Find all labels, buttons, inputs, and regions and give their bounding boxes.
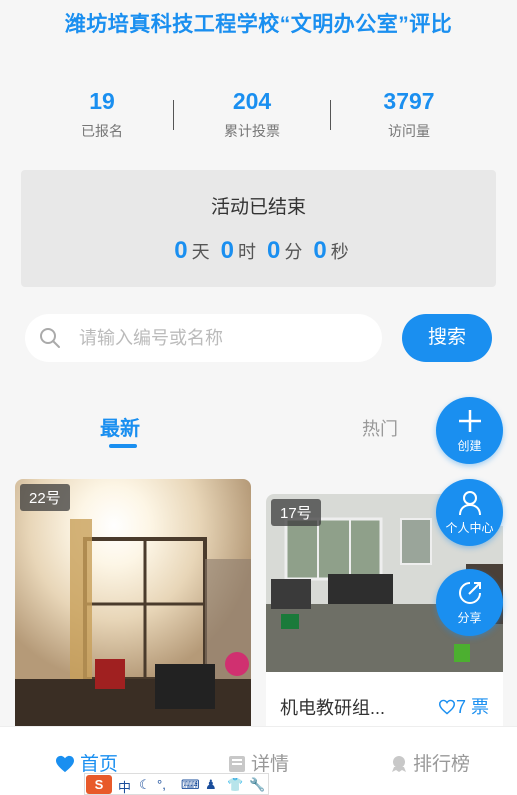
days-unit: 天 — [191, 242, 210, 262]
stat-label: 累计投票 — [224, 123, 280, 139]
punctuation-icon[interactable]: °, — [157, 777, 166, 792]
nav-label: 首页 — [80, 754, 119, 775]
seconds-value: 0 — [313, 237, 327, 264]
search-icon — [40, 328, 60, 348]
moon-icon[interactable]: ☾ — [139, 777, 151, 793]
hours-unit: 时 — [237, 242, 256, 262]
ime-logo[interactable]: S — [86, 775, 112, 794]
nav-home[interactable]: 首页 — [55, 749, 118, 776]
stat-value: 3797 — [383, 88, 435, 114]
minutes-unit: 分 — [284, 242, 303, 262]
tab-hot[interactable]: 热门 — [362, 415, 398, 441]
fab-label: 个人中心 — [445, 521, 494, 535]
skin-icon[interactable]: 👕 — [227, 777, 243, 793]
create-button[interactable]: 创建 — [436, 397, 503, 464]
active-tab-indicator — [109, 444, 137, 448]
profile-button[interactable]: 个人中心 — [436, 479, 503, 546]
user-icon — [458, 491, 481, 516]
entry-number-badge: 22号 — [20, 484, 70, 511]
nav-rank[interactable]: 排行榜 — [390, 749, 470, 776]
vote-count: 7 票 — [455, 697, 489, 717]
entry-name: 机电教研组... — [280, 698, 386, 718]
activity-status: 活动已结束 — [210, 197, 306, 218]
keyboard-icon[interactable]: ⌨ — [181, 777, 200, 793]
days-value: 0 — [174, 237, 188, 264]
minutes-value: 0 — [267, 237, 281, 264]
document-icon — [229, 756, 245, 772]
stat-label: 访问量 — [388, 123, 430, 139]
entry-card[interactable]: 22号 — [15, 479, 251, 739]
search-box — [25, 314, 382, 362]
countdown-panel: 活动已结束 0天 0时 0分 0秒 — [21, 170, 496, 287]
rank-icon — [392, 756, 406, 772]
plus-icon — [458, 410, 481, 432]
entry-photo — [15, 479, 251, 739]
entry-number-badge: 17号 — [271, 499, 321, 526]
user-voice-icon[interactable]: ♟ — [205, 777, 217, 793]
stat-visits: 3797 访问量 — [329, 88, 489, 141]
fab-label: 创建 — [457, 439, 482, 453]
heart-icon — [438, 699, 455, 715]
home-heart-icon — [56, 755, 74, 773]
tab-label: 最新 — [100, 418, 140, 440]
fab-label: 分享 — [457, 611, 482, 625]
share-icon — [458, 582, 481, 604]
tab-latest[interactable]: 最新 — [100, 412, 140, 448]
share-button[interactable]: 分享 — [436, 569, 503, 636]
stat-signups: 19 已报名 — [22, 88, 182, 141]
search-button[interactable]: 搜索 — [402, 314, 492, 362]
entry-meta: 机电教研组... 7 票 — [266, 672, 503, 734]
stat-label: 已报名 — [81, 123, 123, 139]
vote-button[interactable]: 7 票 — [438, 693, 489, 719]
ime-mode[interactable]: 中 — [118, 777, 131, 795]
stats-bar: 19 已报名 204 累计投票 3797 访问量 — [0, 88, 517, 148]
countdown-timer: 0天 0时 0分 0秒 — [21, 237, 496, 265]
stat-value: 19 — [89, 88, 115, 114]
stat-votes: 204 累计投票 — [172, 88, 332, 141]
page-title: 潍坊培真科技工程学校“文明办公室”评比 — [64, 13, 453, 36]
stat-value: 204 — [232, 88, 272, 114]
nav-label: 详情 — [251, 754, 290, 775]
seconds-unit: 秒 — [330, 242, 349, 262]
wrench-icon[interactable]: 🔧 — [249, 777, 265, 793]
ime-toolbar: S 中 ☾ °, ⌨ ♟ 👕 🔧 — [84, 773, 269, 795]
nav-detail[interactable]: 详情 — [228, 749, 289, 776]
search-input[interactable] — [79, 314, 369, 362]
hours-value: 0 — [220, 237, 234, 264]
nav-label: 排行榜 — [413, 754, 471, 775]
